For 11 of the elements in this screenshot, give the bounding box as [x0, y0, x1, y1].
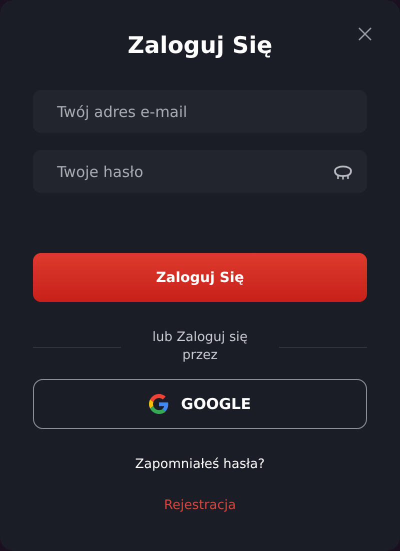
dialog-title: Zaloguj Się	[126, 33, 274, 61]
divider-text: lub Zaloguj się przez	[151, 329, 249, 365]
login-button[interactable]: Zaloguj Się	[33, 253, 367, 302]
email-field[interactable]: Twój adres e-mail	[33, 90, 367, 133]
register-link[interactable]: Rejestracja	[164, 498, 236, 513]
google-button[interactable]: GOOGLE	[33, 379, 367, 429]
google-logo-icon	[149, 394, 170, 414]
password-field[interactable]: Twoje hasło	[33, 150, 367, 193]
close-button[interactable]	[358, 27, 372, 41]
hidden-eye-icon[interactable]	[333, 163, 353, 180]
forgot-password-link[interactable]: Zapomniałeś hasła?	[135, 457, 265, 472]
